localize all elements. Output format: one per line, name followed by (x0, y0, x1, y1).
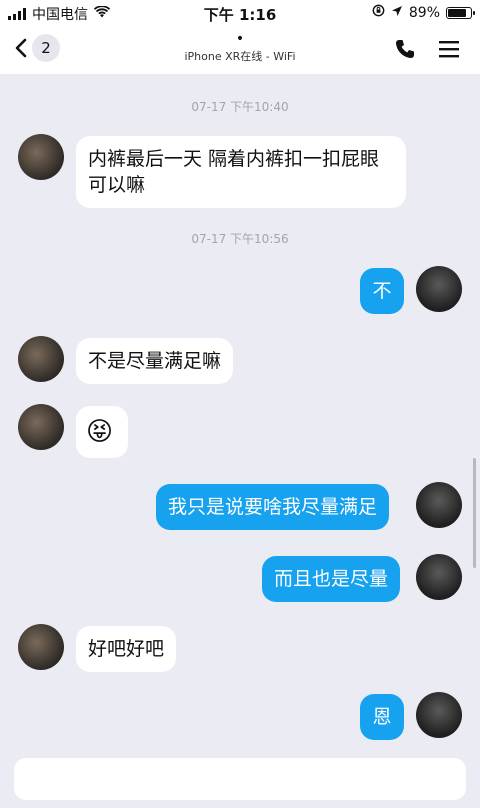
input-bar (0, 750, 480, 808)
scrollbar[interactable] (473, 458, 476, 568)
message-bubble[interactable]: 我只是说要啥我尽量满足 (156, 484, 390, 530)
status-right: 89% (372, 4, 475, 21)
message-list[interactable]: 07-17 下午10:40 内裤最后一天 隔着内裤扣一扣屁眼可以嘛 07-17 … (0, 74, 480, 750)
chat-header: 2 • iPhone XR在线 - WiFi (0, 26, 480, 74)
message-bubble[interactable]: 不是尽量满足嘛 (76, 338, 234, 384)
avatar[interactable] (416, 266, 462, 312)
avatar[interactable] (18, 134, 64, 180)
phone-icon[interactable] (394, 38, 416, 64)
avatar[interactable] (416, 692, 462, 738)
battery-icon (446, 6, 475, 19)
avatar[interactable] (416, 554, 462, 600)
message-bubble[interactable]: 恩 (360, 694, 404, 740)
status-bar: 中国电信 下午 1:16 89% (0, 0, 480, 26)
battery-percent: 89% (408, 4, 440, 21)
timestamp: 07-17 下午10:56 (191, 232, 289, 246)
header-actions (394, 38, 460, 64)
avatar[interactable] (18, 404, 64, 450)
message-bubble[interactable]: 好吧好吧 (76, 626, 177, 672)
emoji-bubble[interactable]: 😝 (76, 406, 128, 458)
menu-icon[interactable] (438, 39, 460, 63)
timestamp: 07-17 下午10:40 (191, 100, 289, 114)
avatar[interactable] (18, 624, 64, 670)
message-bubble[interactable]: 而且也是尽量 (262, 556, 401, 602)
avatar[interactable] (416, 482, 462, 528)
location-icon (391, 5, 403, 21)
battery-fill (448, 8, 466, 17)
orientation-lock-icon (372, 4, 385, 21)
message-input[interactable] (14, 758, 466, 800)
message-bubble[interactable]: 不 (360, 268, 404, 314)
avatar[interactable] (18, 336, 64, 382)
message-bubble[interactable]: 内裤最后一天 隔着内裤扣一扣屁眼可以嘛 (76, 136, 406, 208)
